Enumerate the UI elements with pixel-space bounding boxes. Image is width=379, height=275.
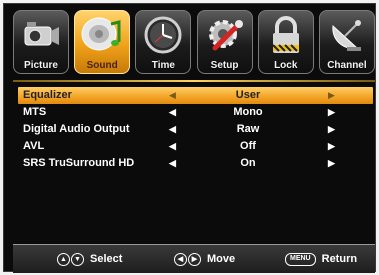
return-hint: MENU Return bbox=[285, 251, 357, 267]
menu-row-value: Raw bbox=[236, 123, 260, 135]
camera-icon bbox=[14, 13, 68, 57]
menu-row-equalizer[interactable]: Equalizer ◀ User ▶ bbox=[18, 87, 373, 104]
arrow-left-icon[interactable]: ◀ bbox=[169, 121, 176, 138]
arrow-right-icon[interactable]: ▶ bbox=[328, 138, 335, 155]
menu-row-label: Equalizer bbox=[23, 89, 72, 101]
tab-picture[interactable]: Picture bbox=[13, 10, 69, 74]
sound-settings-list: Equalizer ◀ User ▶ MTS ◀ Mono ▶ Digital … bbox=[18, 87, 373, 172]
tab-lock[interactable]: Lock bbox=[257, 10, 314, 74]
header-divider bbox=[13, 80, 375, 82]
tab-channel[interactable]: Channel bbox=[318, 10, 375, 74]
menu-row-value: Mono bbox=[233, 106, 263, 118]
wrench-gear-icon bbox=[198, 13, 252, 57]
arrow-left-icon[interactable]: ◀ bbox=[169, 104, 176, 121]
padlock-icon bbox=[259, 13, 313, 57]
speaker-music-icon bbox=[75, 13, 129, 57]
menu-row-label: SRS TruSurround HD bbox=[23, 157, 135, 169]
arrow-left-icon[interactable]: ◀ bbox=[169, 138, 176, 155]
menu-row-srs-trusurround-hd[interactable]: SRS TruSurround HD ◀ On ▶ bbox=[18, 155, 373, 172]
arrow-right-icon[interactable]: ▶ bbox=[328, 155, 335, 172]
menu-row-avl[interactable]: AVL ◀ Off ▶ bbox=[18, 138, 373, 155]
menu-tab-bar: Picture Sound Time Setup Lock Channel bbox=[13, 10, 375, 78]
left-button-icon: ◀ bbox=[174, 252, 187, 266]
arrow-right-icon[interactable]: ▶ bbox=[328, 104, 335, 121]
tab-time-label: Time bbox=[151, 60, 175, 71]
select-hint-label: Select bbox=[90, 253, 123, 265]
tab-lock-label: Lock bbox=[274, 60, 298, 71]
up-button-icon: ▲ bbox=[57, 252, 70, 266]
menu-row-label: MTS bbox=[23, 106, 47, 118]
footer-hint-bar: ▲ ▼ Select ◀ ▶ Move MENU Return bbox=[13, 244, 375, 273]
tab-sound-label: Sound bbox=[86, 60, 118, 71]
down-button-icon: ▼ bbox=[71, 252, 84, 266]
menu-row-label: AVL bbox=[23, 140, 45, 152]
menu-row-digital-audio-output[interactable]: Digital Audio Output ◀ Raw ▶ bbox=[18, 121, 373, 138]
right-button-icon: ▶ bbox=[188, 252, 201, 266]
menu-key-icon: MENU bbox=[285, 252, 316, 266]
arrow-right-icon[interactable]: ▶ bbox=[328, 121, 335, 138]
select-hint: ▲ ▼ Select bbox=[57, 251, 122, 267]
tab-setup[interactable]: Setup bbox=[196, 10, 253, 74]
tab-sound[interactable]: Sound bbox=[74, 10, 131, 74]
satellite-dish-icon bbox=[320, 13, 374, 57]
tv-menu-screen: Picture Sound Time Setup Lock Channel Eq… bbox=[3, 3, 376, 273]
tab-channel-label: Channel bbox=[327, 60, 367, 71]
menu-row-value: User bbox=[235, 89, 261, 101]
move-hint-label: Move bbox=[207, 253, 236, 265]
arrow-left-icon[interactable]: ◀ bbox=[169, 155, 176, 172]
tab-picture-label: Picture bbox=[24, 60, 58, 71]
move-hint: ◀ ▶ Move bbox=[174, 251, 235, 267]
menu-row-value: On bbox=[240, 157, 256, 169]
menu-row-value: Off bbox=[240, 140, 256, 152]
return-hint-label: Return bbox=[321, 253, 358, 265]
clock-icon bbox=[136, 13, 190, 57]
tab-setup-label: Setup bbox=[210, 60, 239, 71]
tab-time[interactable]: Time bbox=[135, 10, 192, 74]
arrow-right-icon[interactable]: ▶ bbox=[328, 87, 335, 104]
arrow-left-icon[interactable]: ◀ bbox=[169, 87, 176, 104]
menu-row-mts[interactable]: MTS ◀ Mono ▶ bbox=[18, 104, 373, 121]
menu-row-label: Digital Audio Output bbox=[23, 123, 130, 135]
